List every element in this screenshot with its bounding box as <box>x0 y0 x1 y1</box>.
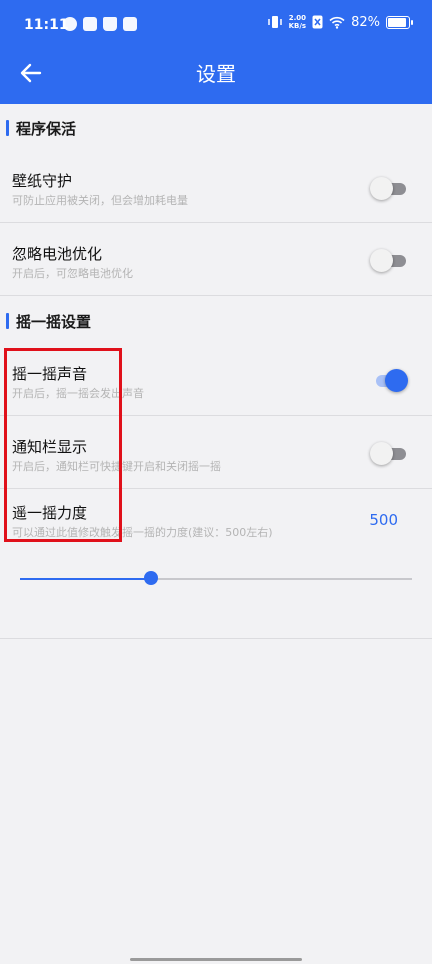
home-indicator[interactable] <box>130 958 302 961</box>
app-notification-icon <box>63 17 77 31</box>
wifi-icon <box>329 16 345 29</box>
divider <box>0 638 432 639</box>
status-bar: 11:11 2.00 KB/s 82% <box>0 0 432 52</box>
setting-title: 壁纸守护 <box>12 172 73 190</box>
section-label: 程序保活 <box>16 120 77 138</box>
section-keep-alive: 程序保活 <box>0 108 432 148</box>
net-speed-value: 2.00 <box>288 14 306 22</box>
app-header: 11:11 2.00 KB/s 82% 设置 <box>0 0 432 104</box>
shake-sound-toggle[interactable] <box>370 369 408 392</box>
section-shake: 摇一摇设置 <box>0 301 432 341</box>
section-accent-bar <box>6 313 9 329</box>
wallpaper-toggle[interactable] <box>370 177 406 200</box>
setting-desc: 开启后，可忽略电池优化 <box>12 267 133 280</box>
net-speed-unit: KB/s <box>288 22 307 30</box>
battery-optimization-toggle[interactable] <box>370 249 406 272</box>
notification-icons <box>63 17 137 31</box>
section-accent-bar <box>6 120 9 136</box>
setting-wallpaper-guard[interactable]: 壁纸守护 可防止应用被关闭，但会增加耗电量 <box>0 150 432 222</box>
strength-value: 500 <box>369 511 398 529</box>
annotation-highlight-box <box>4 348 122 542</box>
slider-fill <box>20 578 152 580</box>
setting-desc: 可防止应用被关闭，但会增加耗电量 <box>12 194 188 207</box>
divider <box>0 295 432 296</box>
battery-percent: 82% <box>351 14 380 30</box>
app-badge-icon <box>123 17 137 31</box>
section-label: 摇一摇设置 <box>16 313 92 331</box>
vibrate-icon <box>267 16 282 28</box>
crown-icon <box>103 17 117 31</box>
setting-title: 忽略电池优化 <box>12 245 103 263</box>
net-speed: 2.00 KB/s <box>289 14 306 30</box>
no-sim-icon <box>312 15 323 29</box>
battery-icon <box>386 15 413 29</box>
mail-icon <box>83 17 97 31</box>
strength-slider[interactable] <box>20 571 412 585</box>
notification-toggle[interactable] <box>370 442 406 465</box>
status-right: 2.00 KB/s 82% <box>267 14 413 30</box>
setting-ignore-battery-optimization[interactable]: 忽略电池优化 开启后，可忽略电池优化 <box>0 223 432 295</box>
page-title: 设置 <box>196 62 236 86</box>
status-time: 11:11 <box>24 17 69 33</box>
